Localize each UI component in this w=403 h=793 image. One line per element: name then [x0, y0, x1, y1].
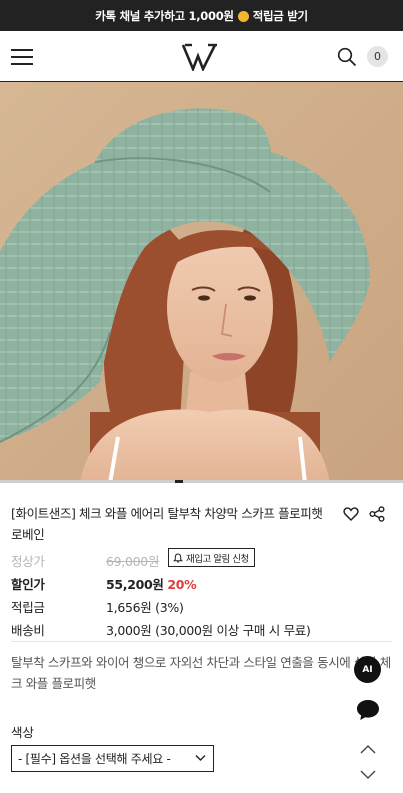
chat-icon[interactable]: [355, 698, 381, 722]
heart-icon[interactable]: [343, 506, 359, 522]
shipping-value: 3,000원 (30,000원 이상 구매 시 무료): [106, 623, 311, 638]
discount-rate: 20%: [167, 577, 197, 592]
points-label: 적립금: [11, 600, 45, 615]
points-value: 1,656원 (3%): [106, 600, 184, 615]
cart-count-badge[interactable]: 0: [367, 46, 388, 67]
sale-price-value: 55,200원: [106, 577, 164, 592]
product-main-image[interactable]: [0, 82, 403, 483]
regular-price-label: 정상가: [11, 554, 45, 569]
promo-banner[interactable]: 카톡 채널 추가하고 1,000원 적립금 받기: [0, 0, 403, 31]
color-option-select[interactable]: - [필수] 옵션을 선택해 주세요 -: [11, 745, 214, 772]
share-icon[interactable]: [369, 506, 385, 522]
chevron-down-icon[interactable]: [359, 768, 377, 782]
shipping-row: 배송비 3,000원 (30,000원 이상 구매 시 무료): [11, 620, 392, 638]
shipping-label: 배송비: [11, 623, 45, 638]
slide-active: [175, 480, 183, 483]
slide-indicator: [0, 480, 403, 483]
sale-price-row: 할인가 55,200원 20%: [11, 574, 392, 592]
product-title: [화이트샌즈] 체크 와플 에어리 탈부착 차양막 스카프 플로피햇 로베인: [11, 506, 323, 542]
color-option-value: - [필수] 옵션을 선택해 주세요 -: [18, 752, 171, 766]
hamburger-icon[interactable]: [11, 49, 33, 65]
restock-alert-label: 재입고 알림 신청: [186, 553, 249, 565]
chevron-down-icon: [195, 755, 206, 761]
slide-track: [183, 480, 403, 483]
chevron-up-icon[interactable]: [359, 742, 377, 756]
divider: [11, 641, 392, 642]
ai-assistant-button[interactable]: AI: [354, 656, 381, 683]
color-option-label: 색상: [11, 725, 35, 740]
promo-text: 카톡 채널 추가하고 1,000원: [95, 8, 234, 23]
points-row: 적립금 1,656원 (3%): [11, 597, 392, 615]
sale-price-group: 55,200원 20%: [106, 574, 197, 593]
slide-track: [0, 480, 175, 483]
coin-icon: [237, 11, 249, 22]
bell-icon: [173, 552, 183, 562]
model-photo: [0, 82, 403, 483]
brand-logo-icon[interactable]: [182, 43, 218, 71]
sale-price-label: 할인가: [11, 577, 45, 592]
promo-text-suffix: 적립금 받기: [252, 8, 308, 23]
product-summary: 탈부착 스카프와 와이어 챙으로 자외선 차단과 스타일 연출을 동시에 살린 …: [11, 655, 391, 691]
site-header: 0: [0, 31, 403, 82]
search-icon[interactable]: [337, 47, 357, 67]
ai-label: AI: [362, 664, 373, 675]
regular-price-value: 69,000원: [106, 554, 160, 569]
restock-alert-button[interactable]: 재입고 알림 신청: [168, 548, 255, 567]
